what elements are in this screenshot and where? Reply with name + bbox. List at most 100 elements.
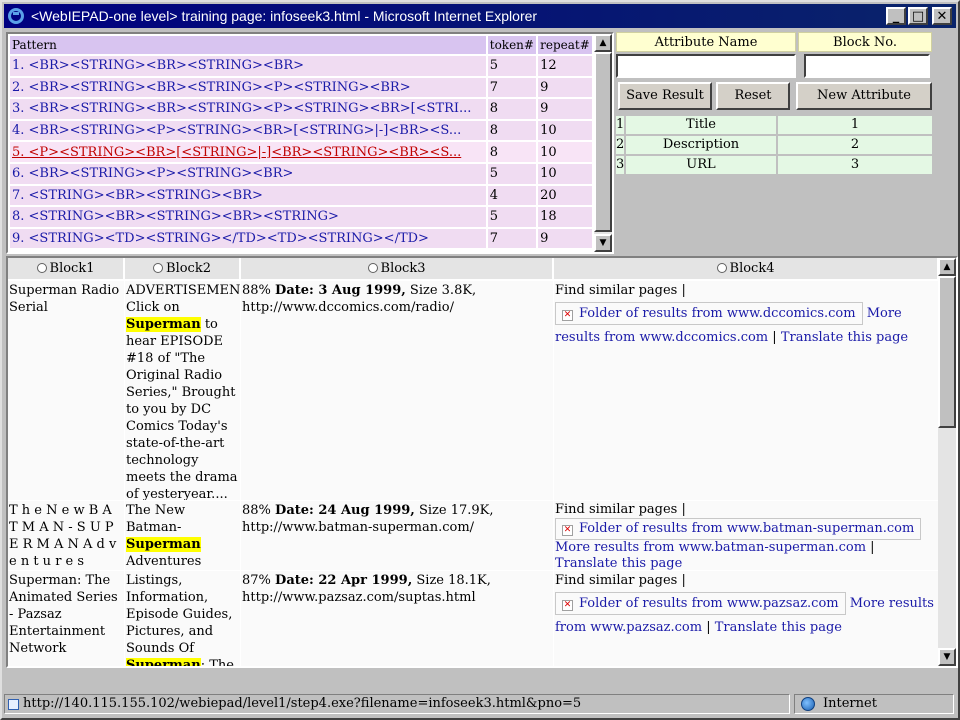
token-cell: 8 xyxy=(487,142,537,162)
translate-link[interactable]: Translate this page xyxy=(555,556,682,570)
repeat-cell: 10 xyxy=(538,142,592,162)
scroll-up-arrow-icon[interactable]: ▲ xyxy=(938,258,956,276)
attribute-row[interactable]: 2 Description 2 xyxy=(616,136,932,154)
folder-results-box[interactable]: ✕ Folder of results from www.pazsaz.com xyxy=(555,592,846,615)
token-cell: 5 xyxy=(487,163,537,184)
repeat-cell: 18 xyxy=(538,207,592,227)
radio-icon[interactable] xyxy=(716,263,727,273)
status-url-panel: http://140.115.155.102/webiepad/level1/s… xyxy=(4,694,790,714)
block1-cell: Superman: The Animated Series - Pazsaz E… xyxy=(8,571,124,666)
pattern-row[interactable]: 2. <BR><STRING><BR><STRING><P><STRING><B… xyxy=(10,77,592,98)
pattern-cell[interactable]: 4. <BR><STRING><P><STRING><BR>[<STRING>|… xyxy=(10,120,486,141)
ie-logo-icon xyxy=(7,7,25,25)
pattern-row[interactable]: 8. <STRING><BR><STRING><BR><STRING> 5 18 xyxy=(10,207,592,227)
pattern-header-row: Pattern token# repeat# xyxy=(10,36,592,54)
pattern-table: Pattern token# repeat# 1. <BR><STRING><B… xyxy=(8,34,594,250)
repeat-cell: 12 xyxy=(538,56,592,76)
attribute-block: 1 xyxy=(778,116,932,134)
pattern-cell[interactable]: 2. <BR><STRING><BR><STRING><P><STRING><B… xyxy=(10,77,486,98)
block1-header[interactable]: Block1 xyxy=(8,258,124,280)
token-column-header[interactable]: token# xyxy=(487,36,537,54)
repeat-cell: 9 xyxy=(538,77,592,98)
block-no-input[interactable] xyxy=(804,54,930,78)
scroll-down-arrow-icon[interactable]: ▼ xyxy=(938,648,956,666)
pattern-cell[interactable]: 7. <STRING><BR><STRING><BR> xyxy=(10,185,486,206)
attribute-name: Title xyxy=(626,116,776,134)
attribute-row[interactable]: 1 Title 1 xyxy=(616,116,932,134)
title-bar[interactable]: <WebIEPAD-one level> training page: info… xyxy=(4,4,956,28)
repeat-column-header[interactable]: repeat# xyxy=(538,36,592,54)
broken-image-icon: ✕ xyxy=(562,310,573,321)
more-results-link[interactable]: More results from www.batman-superman.co… xyxy=(555,540,866,555)
token-cell: 4 xyxy=(487,185,537,206)
pattern-cell[interactable]: 1. <BR><STRING><BR><STRING><BR> xyxy=(10,56,486,76)
pattern-cell[interactable]: 6. <BR><STRING><P><STRING><BR> xyxy=(10,163,486,184)
pattern-row[interactable]: 9. <STRING><TD><STRING></TD><TD><STRING>… xyxy=(10,228,592,249)
close-button[interactable]: ✕ xyxy=(932,7,952,25)
maximize-button[interactable]: □ xyxy=(908,7,928,25)
block1-cell: Superman Radio Serial xyxy=(8,281,124,500)
pattern-row[interactable]: 1. <BR><STRING><BR><STRING><BR> 5 12 xyxy=(10,56,592,76)
attribute-name-input[interactable] xyxy=(616,54,796,78)
pattern-row[interactable]: 7. <STRING><BR><STRING><BR> 4 20 xyxy=(10,185,592,206)
scroll-thumb[interactable] xyxy=(938,276,956,428)
highlight: Superman xyxy=(126,658,201,666)
block4-cell: Find similar pages | ✕ Folder of results … xyxy=(554,501,938,570)
attribute-name: Description xyxy=(626,136,776,154)
block3-cell: 87% Date: 22 Apr 1999, Size 18.1K, http:/… xyxy=(241,571,553,666)
translate-link[interactable]: Translate this page xyxy=(715,620,842,635)
pattern-cell[interactable]: 9. <STRING><TD><STRING></TD><TD><STRING>… xyxy=(10,228,486,249)
block4-cell: Find similar pages | ✕ Folder of results f… xyxy=(554,281,938,500)
reset-button[interactable]: Reset xyxy=(716,82,790,110)
attribute-name: URL xyxy=(626,156,776,174)
repeat-cell: 9 xyxy=(538,99,592,119)
zone-label: Internet xyxy=(823,696,877,711)
block2-header[interactable]: Block2 xyxy=(125,258,240,280)
status-zone-panel: Internet xyxy=(794,694,954,714)
attribute-name-header: Attribute Name xyxy=(616,32,796,52)
block4-cell: Find similar pages | ✕ Folder of results f… xyxy=(554,571,938,666)
broken-image-icon: ✕ xyxy=(562,525,573,536)
folder-results-box[interactable]: ✕ Folder of results from www.batman-super… xyxy=(555,518,922,540)
pattern-column-header[interactable]: Pattern xyxy=(10,36,486,54)
save-result-button[interactable]: Save Result xyxy=(618,82,712,110)
pattern-cell[interactable]: 8. <STRING><BR><STRING><BR><STRING> xyxy=(10,207,486,227)
token-cell: 7 xyxy=(487,77,537,98)
block3-cell: 88% Date: 24 Aug 1999, Size 17.9K, http:/… xyxy=(241,501,553,570)
block3-header[interactable]: Block3 xyxy=(241,258,553,280)
broken-image-icon: ✕ xyxy=(562,600,573,611)
pattern-row[interactable]: 4. <BR><STRING><P><STRING><BR>[<STRING>|… xyxy=(10,120,592,141)
repeat-cell: 10 xyxy=(538,163,592,184)
radio-icon[interactable] xyxy=(153,263,164,273)
scroll-up-arrow-icon[interactable]: ▲ xyxy=(594,34,612,52)
repeat-cell: 20 xyxy=(538,185,592,206)
attribute-row[interactable]: 3 URL 3 xyxy=(616,156,932,174)
block-no-header: Block No. xyxy=(798,32,932,52)
minimize-button[interactable]: _ xyxy=(886,7,906,25)
scroll-down-arrow-icon[interactable]: ▼ xyxy=(594,234,612,252)
new-attribute-button[interactable]: New Attribute xyxy=(796,82,932,110)
token-cell: 8 xyxy=(487,99,537,119)
pattern-row-selected[interactable]: 5. <P><STRING><BR>[<STRING>|-]<BR><STRIN… xyxy=(10,142,592,162)
pattern-cell[interactable]: 3. <BR><STRING><BR><STRING><P><STRING><B… xyxy=(10,99,486,119)
token-cell: 5 xyxy=(487,207,537,227)
pattern-cell[interactable]: 5. <P><STRING><BR>[<STRING>|-]<BR><STRIN… xyxy=(10,142,486,162)
scroll-thumb[interactable] xyxy=(594,52,612,232)
attribute-index: 1 xyxy=(616,116,625,134)
block3-cell: 88% Date: 3 Aug 1999, Size 3.8K, http://w… xyxy=(241,281,553,500)
repeat-cell: 10 xyxy=(538,120,592,141)
token-cell: 8 xyxy=(487,120,537,141)
highlight: Superman xyxy=(126,317,201,332)
blocks-scrollbar[interactable]: ▲ ▼ xyxy=(938,258,956,666)
radio-icon[interactable] xyxy=(367,263,378,273)
block1-cell: T h e N e w B A T M A N - S U P E R M A … xyxy=(8,501,124,570)
radio-icon[interactable] xyxy=(36,263,47,273)
window-title: <WebIEPAD-one level> training page: info… xyxy=(31,8,538,24)
pattern-row[interactable]: 3. <BR><STRING><BR><STRING><P><STRING><B… xyxy=(10,99,592,119)
pattern-scrollbar[interactable]: ▲ ▼ xyxy=(594,34,612,252)
status-bar: http://140.115.155.102/webiepad/level1/s… xyxy=(4,692,956,714)
pattern-row[interactable]: 6. <BR><STRING><P><STRING><BR> 5 10 xyxy=(10,163,592,184)
folder-results-box[interactable]: ✕ Folder of results from www.dccomics.com xyxy=(555,302,863,325)
block4-header[interactable]: Block4 xyxy=(554,258,938,280)
translate-link[interactable]: Translate this page xyxy=(781,330,908,345)
